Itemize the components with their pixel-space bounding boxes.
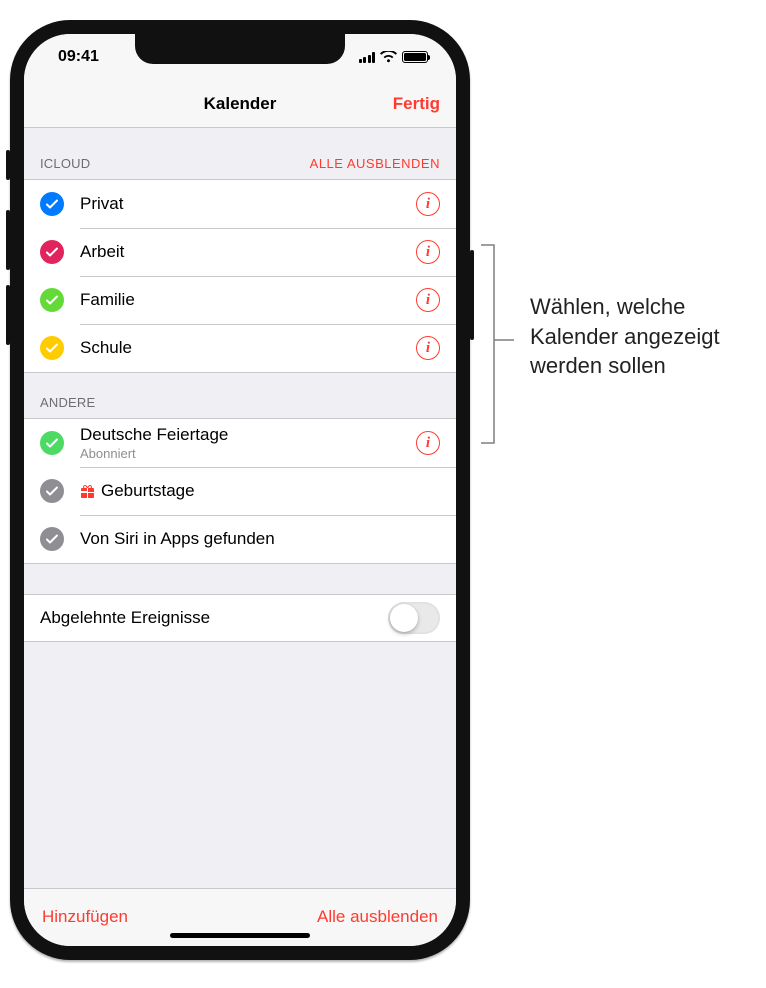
calendar-label: Privat xyxy=(80,194,416,214)
calendar-row-arbeit[interactable]: Arbeit i xyxy=(24,228,456,276)
cellular-icon xyxy=(359,52,376,63)
calendar-label: Geburtstage xyxy=(101,481,440,501)
wifi-icon xyxy=(380,51,397,63)
check-icon xyxy=(40,431,64,455)
calendar-label: Arbeit xyxy=(80,242,416,262)
gift-icon xyxy=(80,484,95,499)
check-icon xyxy=(40,479,64,503)
status-icons xyxy=(359,51,429,63)
annotation-text: Wählen, welche Kalender angezeigt werden… xyxy=(530,292,740,381)
add-calendar-button[interactable]: Hinzufügen xyxy=(42,907,128,927)
check-icon xyxy=(40,240,64,264)
calendar-row-siri[interactable]: Von Siri in Apps gefunden xyxy=(24,515,456,563)
calendar-row-familie[interactable]: Familie i xyxy=(24,276,456,324)
icloud-list: Privat i Arbeit i Familie i xyxy=(24,179,456,373)
hide-all-icloud-button[interactable]: ALLE AUSBLENDEN xyxy=(310,156,440,171)
check-icon xyxy=(40,336,64,360)
calendar-row-geburtstage[interactable]: Geburtstage xyxy=(24,467,456,515)
info-button[interactable]: i xyxy=(416,192,440,216)
info-button[interactable]: i xyxy=(416,336,440,360)
declined-toggle[interactable] xyxy=(388,602,440,634)
check-icon xyxy=(40,527,64,551)
annotation-callout: Wählen, welche Kalender angezeigt werden… xyxy=(480,244,740,444)
bracket-icon xyxy=(480,244,516,444)
status-time: 09:41 xyxy=(58,48,99,66)
content: ICLOUD ALLE AUSBLENDEN Privat i Arbeit i xyxy=(24,128,456,888)
calendar-sublabel: Abonniert xyxy=(80,446,416,461)
hide-all-button[interactable]: Alle ausblenden xyxy=(317,907,438,927)
phone-frame: 09:41 Kalender Fertig ICLOUD ALLE AUSBLE… xyxy=(10,20,470,960)
section-title: ANDERE xyxy=(40,395,95,410)
calendar-row-privat[interactable]: Privat i xyxy=(24,180,456,228)
done-button[interactable]: Fertig xyxy=(393,94,440,114)
notch xyxy=(135,34,345,64)
check-icon xyxy=(40,192,64,216)
info-button[interactable]: i xyxy=(416,431,440,455)
calendar-row-feiertage[interactable]: Deutsche Feiertage Abonniert i xyxy=(24,419,456,467)
battery-icon xyxy=(402,51,428,63)
calendar-label: Deutsche Feiertage xyxy=(80,425,416,445)
section-header-other: ANDERE xyxy=(24,373,456,418)
nav-title: Kalender xyxy=(204,94,277,114)
calendar-label: Von Siri in Apps gefunden xyxy=(80,529,440,549)
calendar-label: Familie xyxy=(80,290,416,310)
calendar-label: Schule xyxy=(80,338,416,358)
calendar-row-schule[interactable]: Schule i xyxy=(24,324,456,372)
declined-label: Abgelehnte Ereignisse xyxy=(40,608,388,628)
check-icon xyxy=(40,288,64,312)
home-indicator[interactable] xyxy=(170,933,310,938)
declined-events-row: Abgelehnte Ereignisse xyxy=(24,594,456,642)
info-button[interactable]: i xyxy=(416,240,440,264)
nav-bar: Kalender Fertig xyxy=(24,80,456,128)
section-header-icloud: ICLOUD ALLE AUSBLENDEN xyxy=(24,128,456,179)
other-list: Deutsche Feiertage Abonniert i Geburtsta… xyxy=(24,418,456,564)
section-title: ICLOUD xyxy=(40,156,90,171)
info-button[interactable]: i xyxy=(416,288,440,312)
